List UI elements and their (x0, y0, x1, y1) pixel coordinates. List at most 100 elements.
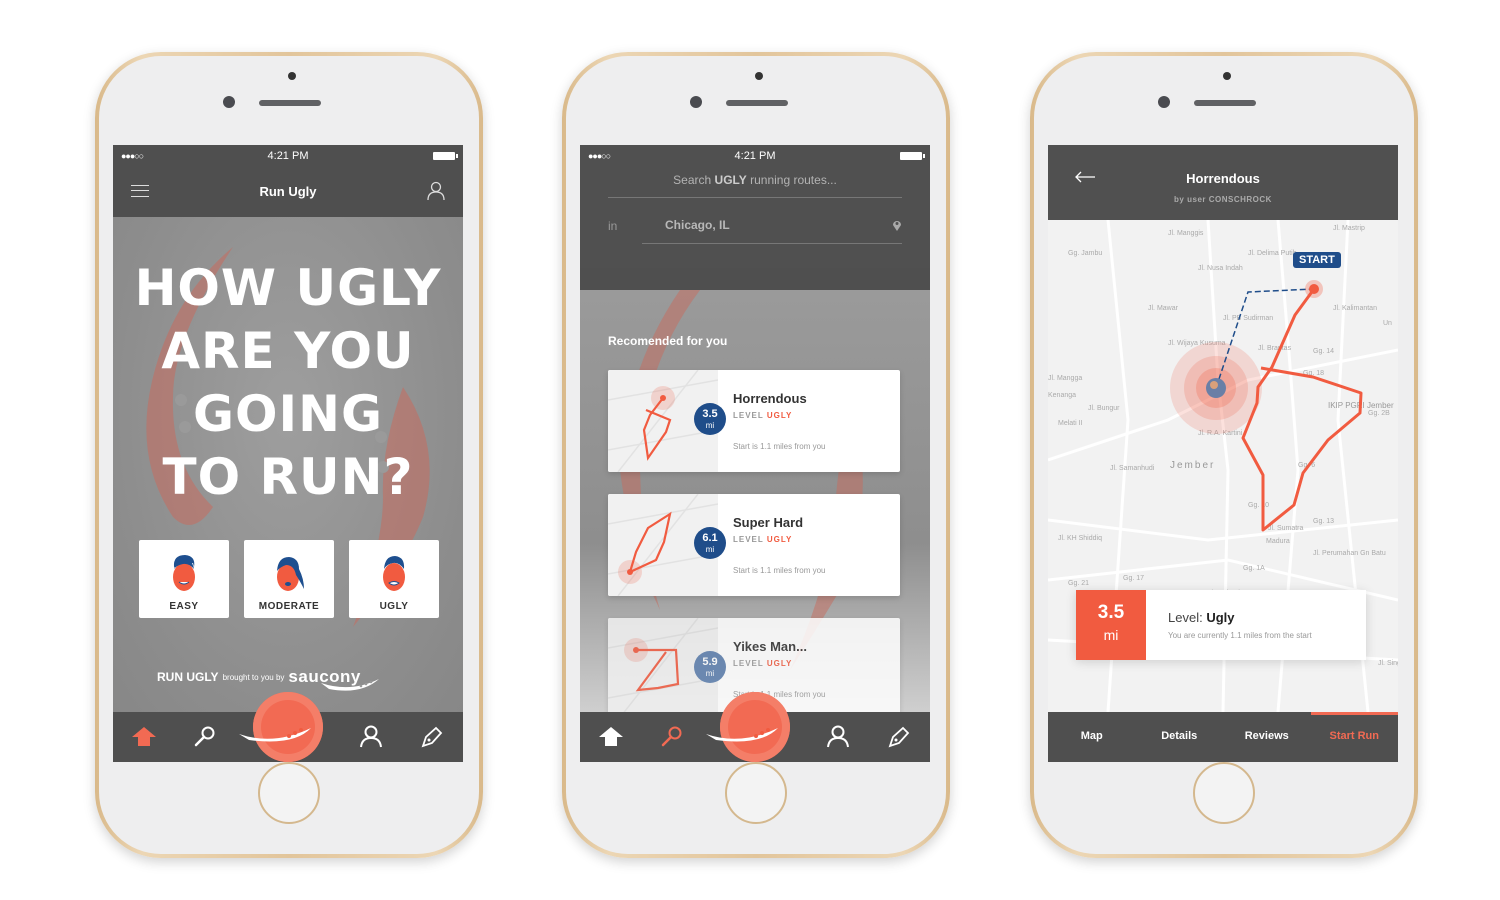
route-name: Horrendous (733, 391, 807, 406)
hero-line: ARE YOU (161, 322, 415, 380)
face-easy-icon (173, 555, 195, 591)
level-label: LEVEL (733, 535, 764, 544)
home-icon[interactable] (130, 723, 158, 751)
speaker (1194, 100, 1256, 106)
route-card[interactable]: 3.5 mi Horrendous LEVEL UGLY Start is 1.1 mi… (608, 370, 900, 472)
brand-run-ugly: RUN UGLY (157, 670, 219, 684)
home-screen: ●●●○○ 4:21 PM Run Ugly HOW UGLY ARE YOU … (113, 145, 463, 762)
pen-icon[interactable] (885, 723, 913, 751)
app-header: Run Ugly (113, 167, 463, 215)
hero-line: HOW UGLY (134, 259, 442, 317)
route-info-card: 3.5 mi Level: Ugly You are currently 1.1… (1076, 590, 1366, 660)
level-ugly-button[interactable]: UGLY (349, 540, 439, 618)
route-header: Horrendous by user CONSCHROCK (1048, 145, 1398, 220)
home-icon[interactable] (597, 723, 625, 751)
tab-details[interactable]: Details (1136, 712, 1224, 762)
route-card[interactable]: 6.1 mi Super Hard LEVEL UGLY Start is 1.1 mi… (608, 494, 900, 596)
user-icon[interactable] (427, 181, 445, 201)
level-selector: EASY MODERATE UGLY (139, 540, 439, 618)
distance-unit: mi (705, 669, 715, 678)
level-easy-button[interactable]: EASY (139, 540, 229, 618)
hero-heading: HOW UGLY ARE YOU GOING TO RUN? (113, 257, 463, 509)
location-pin-icon[interactable] (892, 219, 902, 231)
divider (642, 243, 902, 244)
level-label: LEVEL (733, 659, 764, 668)
status-bar: ●●●○○ 4:21 PM (580, 145, 930, 167)
sensor (755, 72, 763, 80)
route-tab-bar: Map Details Reviews Start Run (1048, 712, 1398, 762)
tab-reviews[interactable]: Reviews (1223, 712, 1311, 762)
user-icon[interactable] (824, 723, 852, 751)
divider (608, 197, 902, 198)
distance-unit: mi (705, 545, 715, 554)
search-screen: ●●●○○ 4:21 PM Search UGLY running routes… (580, 145, 930, 762)
section-title: Recomended for you (608, 334, 728, 348)
start-distance: Start is 1.1 miles from you (733, 566, 826, 575)
level-value: UGLY (766, 535, 793, 544)
app-title: Run Ugly (259, 183, 317, 199)
tab-start-run[interactable]: Start Run (1310, 712, 1399, 762)
home-button[interactable] (258, 762, 320, 824)
level-prefix: Level: (1168, 610, 1207, 625)
distance-unit: mi (705, 421, 715, 430)
route-level: LEVEL UGLY (733, 659, 792, 668)
route-line (1241, 288, 1363, 532)
route-level: LEVEL UGLY (733, 535, 792, 544)
route-info-text: Level: Ugly You are currently 1.1 miles … (1146, 590, 1312, 660)
sensor (288, 72, 296, 80)
route-author: by user CONSCHROCK (1174, 195, 1272, 204)
level-value: UGLY (766, 411, 793, 420)
brand-line: RUN UGLY brought to you by saucony (157, 659, 381, 695)
route-level: LEVEL UGLY (733, 411, 792, 420)
distance-value: 5.9 (702, 656, 718, 668)
search-icon[interactable] (191, 723, 219, 751)
search-icon[interactable] (658, 723, 686, 751)
battery-icon (900, 152, 925, 160)
phone-3: Horrendous by user CONSCHROCK Jl. Manggi… (1030, 52, 1418, 858)
search-placeholder-prefix: Search (673, 173, 715, 187)
level-label: MODERATE (258, 601, 320, 612)
home-button[interactable] (1193, 762, 1255, 824)
pen-icon[interactable] (418, 723, 446, 751)
front-camera (223, 96, 235, 108)
distance-badge: 5.9 mi (694, 651, 726, 683)
saucony-logo-icon (239, 728, 311, 742)
face-ugly-icon (383, 556, 405, 591)
status-time: 4:21 PM (734, 150, 776, 162)
tab-map[interactable]: Map (1048, 712, 1136, 762)
distance-value: 3.5 (1097, 602, 1125, 623)
distance-unit: mi (1103, 627, 1119, 643)
route-map[interactable]: Jl. Manggis Gg. Jambu Jl. Mastrip Jl. Nusa … (1048, 220, 1398, 712)
distance-from-start: You are currently 1.1 miles from the sta… (1168, 631, 1312, 640)
level-value: Ugly (1206, 610, 1235, 625)
search-placeholder-bold: UGLY (714, 173, 747, 187)
level-moderate-button[interactable]: MODERATE (244, 540, 334, 618)
saucony-logo-icon (706, 728, 778, 742)
distance-badge: 3.5 mi (1076, 590, 1146, 660)
distance-value: 6.1 (702, 532, 718, 544)
hero-section: HOW UGLY ARE YOU GOING TO RUN? EASY MODE… (113, 217, 463, 712)
search-input[interactable]: Search UGLY running routes... (580, 173, 930, 187)
recommended-section: Recomended for you 3.5 mi Horrendous LEVEL … (580, 290, 930, 712)
search-placeholder-suffix: running routes... (746, 173, 837, 187)
bottom-nav (113, 692, 463, 762)
hamburger-icon[interactable] (131, 185, 149, 197)
brand-brought-by: brought to you by (222, 672, 285, 682)
location-input[interactable]: Chicago, IL (665, 218, 730, 232)
start-label: START (1293, 252, 1341, 268)
speaker (259, 100, 321, 106)
distance-badge: 3.5 mi (694, 403, 726, 435)
search-header: ●●●○○ 4:21 PM Search UGLY running routes… (580, 145, 930, 268)
user-icon[interactable] (357, 723, 385, 751)
status-time: 4:21 PM (267, 150, 309, 162)
level-label: LEVEL (733, 411, 764, 420)
home-button[interactable] (725, 762, 787, 824)
speaker (726, 100, 788, 106)
level-value: UGLY (766, 659, 793, 668)
level-label: EASY (169, 601, 199, 612)
route-name: Super Hard (733, 515, 804, 530)
sensor (1223, 72, 1231, 80)
bottom-nav (580, 692, 930, 762)
battery-icon (433, 152, 458, 160)
phone-2: ●●●○○ 4:21 PM Search UGLY running routes… (562, 52, 950, 858)
